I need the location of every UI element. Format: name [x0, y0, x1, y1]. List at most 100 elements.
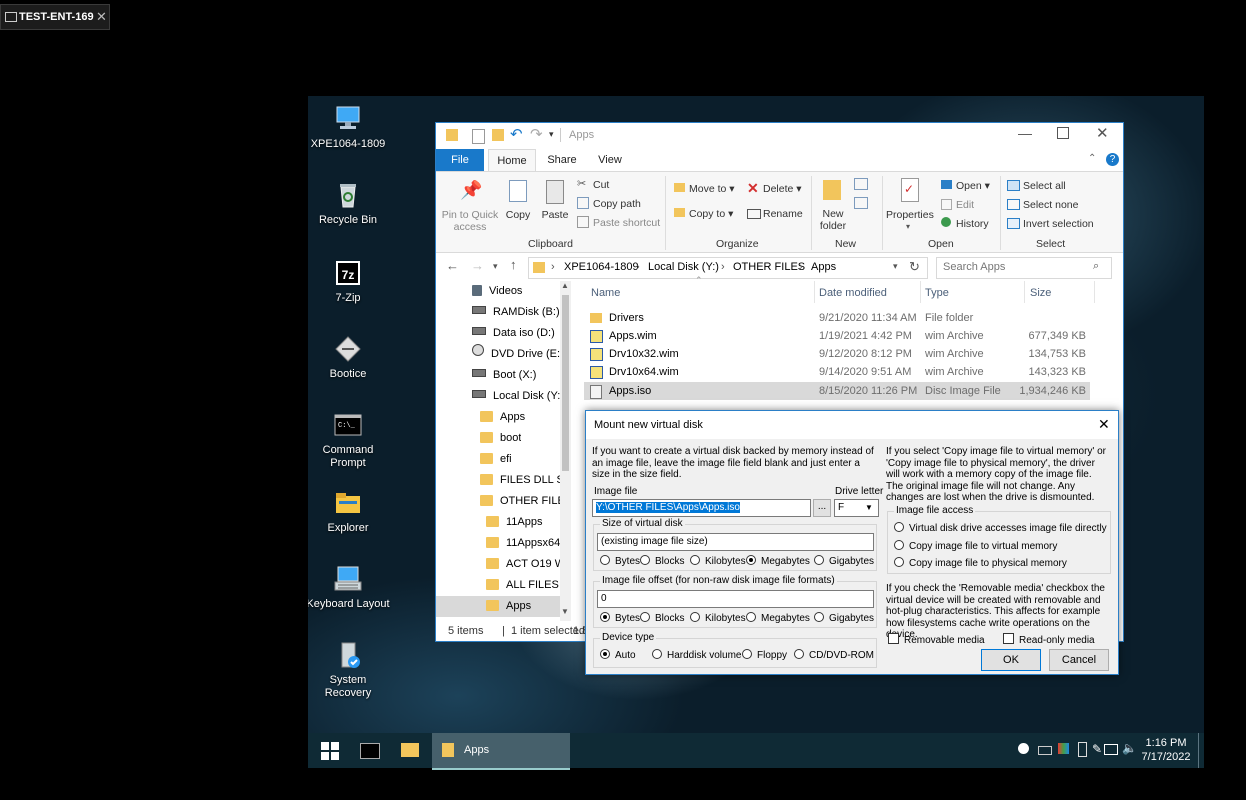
device-harddisk-radio[interactable]: Harddisk volume	[652, 649, 741, 661]
delete-button[interactable]: Delete ▾	[763, 183, 802, 195]
nav-item[interactable]: Videos	[472, 281, 522, 302]
nav-item[interactable]: ACT O19 W	[486, 554, 560, 575]
nav-item[interactable]: Apps	[480, 407, 525, 428]
offset-unit-kilobytes-radio[interactable]: Kilobytes	[690, 612, 746, 624]
size-input[interactable]: (existing image file size)	[597, 533, 874, 551]
desktop-icon-computer[interactable]: XPE1064-1809	[308, 104, 391, 151]
ok-button[interactable]: OK	[981, 649, 1041, 671]
taskbar-app-apps[interactable]: Apps	[432, 733, 570, 770]
properties-button[interactable]: Properties	[886, 209, 934, 221]
cut-button[interactable]: Cut	[593, 179, 609, 191]
nav-scrollbar[interactable]: ▲ ▼	[560, 281, 571, 621]
size-unit-bytes-radio[interactable]: Bytes	[600, 555, 640, 567]
address-bar[interactable]: › XPE1064-1809 › Local Disk (Y:) › OTHER…	[528, 257, 928, 279]
device-cdrom-radio[interactable]: CD/DVD-ROM	[794, 649, 874, 661]
copy-path-button[interactable]: Copy path	[593, 198, 641, 210]
nav-item[interactable]: efi	[480, 449, 512, 470]
new-item-icon[interactable]	[854, 178, 868, 190]
scroll-up-icon[interactable]: ▲	[561, 281, 569, 290]
breadcrumb-item[interactable]: Apps	[811, 261, 836, 273]
chevron-down-icon[interactable]: ▾	[906, 222, 910, 231]
nav-item[interactable]: OTHER FILES	[480, 491, 560, 512]
file-row[interactable]: Drv10x64.wim 9/14/2020 9:51 AM wim Archi…	[584, 363, 1090, 381]
customize-qat-icon[interactable]: ▾	[549, 129, 554, 140]
size-unit-kilobytes-radio[interactable]: Kilobytes	[690, 555, 746, 567]
close-icon[interactable]: ✕	[1096, 124, 1109, 142]
breadcrumb-item[interactable]: Local Disk (Y:)	[648, 261, 719, 273]
paste-shortcut-button[interactable]: Paste shortcut	[593, 217, 660, 229]
remote-session-tab[interactable]: TEST-ENT-169 ✕	[0, 4, 110, 30]
chevron-down-icon[interactable]: ▼	[865, 500, 873, 516]
collapse-ribbon-icon[interactable]: ⌃	[1088, 153, 1096, 164]
nav-item[interactable]: Local Disk (Y:)	[472, 386, 564, 407]
copy-button[interactable]: Copy	[504, 209, 532, 221]
desktop-icon-system-recovery[interactable]: System Recovery	[308, 640, 391, 700]
size-unit-gigabytes-radio[interactable]: Gigabytes	[814, 555, 874, 567]
pin-to-quick-access-button[interactable]: Pin to Quick access	[440, 209, 500, 233]
access-virtual-memory-radio[interactable]: Copy image file to virtual memory	[894, 540, 1057, 552]
nav-item[interactable]: DVD Drive (E:)	[472, 344, 564, 365]
properties-icon[interactable]	[472, 129, 485, 144]
keyboard-icon[interactable]	[1038, 746, 1052, 755]
paste-button[interactable]: Paste	[540, 209, 570, 221]
edit-button[interactable]: Edit	[956, 199, 974, 211]
show-desktop-button[interactable]	[1198, 733, 1203, 768]
display-icon[interactable]	[1058, 743, 1069, 754]
refresh-icon[interactable]: ↻	[909, 259, 920, 275]
breadcrumb-item[interactable]: XPE1064-1809	[564, 261, 639, 273]
move-to-button[interactable]: Move to ▾	[689, 183, 735, 195]
rename-button[interactable]: Rename	[763, 208, 803, 220]
volume-icon[interactable]: 🔈	[1122, 741, 1137, 755]
close-icon[interactable]: ✕	[96, 9, 107, 25]
up-icon[interactable]: ↑	[510, 257, 517, 272]
pen-icon[interactable]: ✎	[1092, 742, 1102, 756]
easy-access-icon[interactable]	[854, 197, 868, 209]
desktop-icon-keyboard-layout[interactable]: Keyboard Layout	[308, 564, 391, 611]
file-row[interactable]: Drivers 9/21/2020 11:34 AM File folder	[584, 309, 1090, 327]
network-icon[interactable]	[1104, 744, 1118, 755]
column-header-date[interactable]: Date modified	[819, 287, 887, 299]
column-header-size[interactable]: Size	[1030, 287, 1051, 299]
scrollbar-thumb[interactable]	[562, 295, 569, 471]
search-input[interactable]: Search Apps ⌕	[936, 257, 1112, 279]
new-folder-icon[interactable]	[492, 129, 504, 141]
nav-item-selected[interactable]: Apps	[436, 596, 560, 617]
device-floppy-radio[interactable]: Floppy	[742, 649, 787, 661]
close-icon[interactable]: ✕	[1098, 416, 1110, 433]
nav-item[interactable]: 11Appsx64	[486, 533, 560, 554]
file-row[interactable]: Apps.wim 1/19/2021 4:42 PM wim Archive 6…	[584, 327, 1090, 345]
help-icon[interactable]: ?	[1106, 153, 1119, 166]
tab-file[interactable]: File	[436, 149, 484, 171]
tab-share[interactable]: Share	[540, 149, 584, 171]
open-button[interactable]: Open ▾	[956, 180, 990, 192]
nav-item[interactable]: FILES DLL SER	[480, 470, 560, 491]
access-physical-memory-radio[interactable]: Copy image file to physical memory	[894, 557, 1067, 569]
file-row[interactable]: Drv10x32.wim 9/12/2020 8:12 PM wim Archi…	[584, 345, 1090, 363]
removable-media-checkbox[interactable]: Removable media	[888, 633, 985, 646]
redo-icon[interactable]: ↷	[530, 125, 543, 143]
column-header-name[interactable]: Name	[591, 287, 620, 299]
select-all-button[interactable]: Select all	[1023, 180, 1066, 192]
new-folder-button[interactable]: New folder	[816, 208, 850, 232]
nav-item[interactable]: Boot (X:)	[472, 365, 536, 386]
scroll-down-icon[interactable]: ▼	[561, 607, 569, 616]
size-unit-megabytes-radio[interactable]: Megabytes	[746, 555, 810, 567]
history-button[interactable]: History	[956, 218, 989, 230]
undo-icon[interactable]: ↶	[510, 125, 523, 143]
nav-item[interactable]: Data iso (D:)	[472, 323, 555, 344]
browse-button[interactable]: ...	[813, 499, 831, 517]
read-only-media-checkbox[interactable]: Read-only media	[1003, 633, 1095, 646]
media-play-icon[interactable]	[1018, 743, 1029, 754]
tab-view[interactable]: View	[588, 149, 632, 171]
taskbar-cmd[interactable]	[355, 733, 385, 768]
offset-unit-bytes-radio[interactable]: Bytes	[600, 612, 640, 624]
offset-unit-gigabytes-radio[interactable]: Gigabytes	[814, 612, 874, 624]
nav-item[interactable]: RAMDisk (B:)	[472, 302, 560, 323]
taskbar-explorer[interactable]	[396, 733, 426, 768]
offset-unit-blocks-radio[interactable]: Blocks	[640, 612, 684, 624]
drive-letter-select[interactable]: F ▼	[834, 499, 879, 517]
start-button[interactable]	[316, 733, 344, 768]
forward-icon[interactable]: →	[471, 258, 484, 273]
desktop-icon-7zip[interactable]: 7z 7-Zip	[308, 258, 391, 305]
device-auto-radio[interactable]: Auto	[600, 649, 636, 661]
